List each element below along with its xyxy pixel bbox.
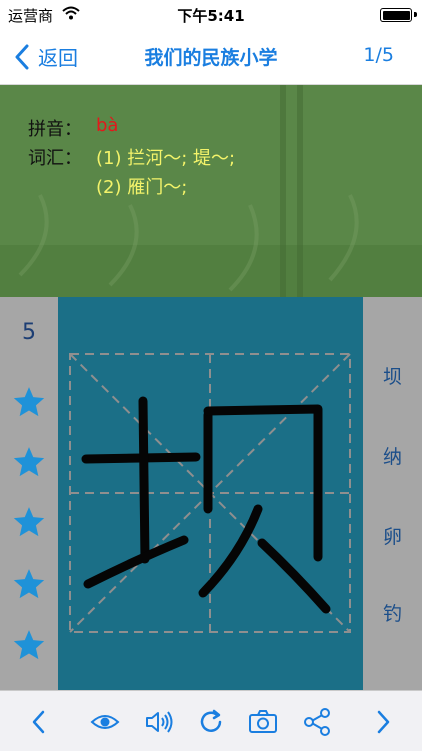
star-icon[interactable] <box>12 628 46 662</box>
related-char[interactable]: 钓 <box>363 599 422 626</box>
page-counter: 1/5 <box>363 44 394 66</box>
star-icon[interactable] <box>12 505 46 539</box>
battery-tip <box>414 12 417 17</box>
pinyin-value: bà <box>96 115 119 136</box>
pinyin-row: 拼音： bà <box>28 115 118 141</box>
tian-grid <box>69 353 351 633</box>
eye-icon[interactable] <box>88 705 122 739</box>
related-characters: 坝 纳 卵 钓 <box>363 297 422 690</box>
rating-column: 5 <box>0 297 58 690</box>
bottom-toolbar <box>0 690 422 751</box>
star-icon[interactable] <box>12 567 46 601</box>
camera-icon[interactable] <box>246 705 280 739</box>
chevron-right-icon[interactable] <box>366 705 400 739</box>
chevron-left-icon <box>15 44 29 69</box>
back-button-label: 返回 <box>38 46 78 70</box>
character-info-panel: 拼音： bà 词汇： (1) 拦河～; 堤～; (2) 雁门～; <box>0 85 422 297</box>
related-char[interactable]: 纳 <box>363 442 422 469</box>
share-icon[interactable] <box>300 705 334 739</box>
vocab-label: 词汇： <box>28 148 82 169</box>
vocab-item: (2) 雁门～; <box>96 177 188 198</box>
status-bar: 运营商 下午5:41 <box>0 0 422 28</box>
vocab-row-2: (2) 雁门～; <box>28 173 187 199</box>
battery-icon <box>380 8 412 22</box>
speaker-icon[interactable] <box>142 705 176 739</box>
stroke-count: 5 <box>22 320 36 345</box>
navigation-bar: 返回 我们的民族小学 1/5 <box>0 28 422 85</box>
related-char[interactable]: 卵 <box>363 522 422 549</box>
star-icon[interactable] <box>12 385 46 419</box>
vocab-row: 词汇： (1) 拦河～; 堤～; <box>28 144 235 170</box>
writing-canvas[interactable] <box>58 297 363 690</box>
status-time: 下午5:41 <box>177 7 245 25</box>
related-char[interactable]: 坝 <box>363 362 422 389</box>
star-icon[interactable] <box>12 445 46 479</box>
practice-area: 5 坝 纳 卵 钓 <box>0 297 422 690</box>
refresh-icon[interactable] <box>194 705 228 739</box>
vocab-item: (1) 拦河～; 堤～; <box>96 148 236 169</box>
pinyin-label: 拼音： <box>28 119 82 140</box>
chevron-left-icon[interactable] <box>22 705 56 739</box>
handwritten-character <box>81 396 331 614</box>
back-button[interactable]: 返回 <box>14 42 78 71</box>
